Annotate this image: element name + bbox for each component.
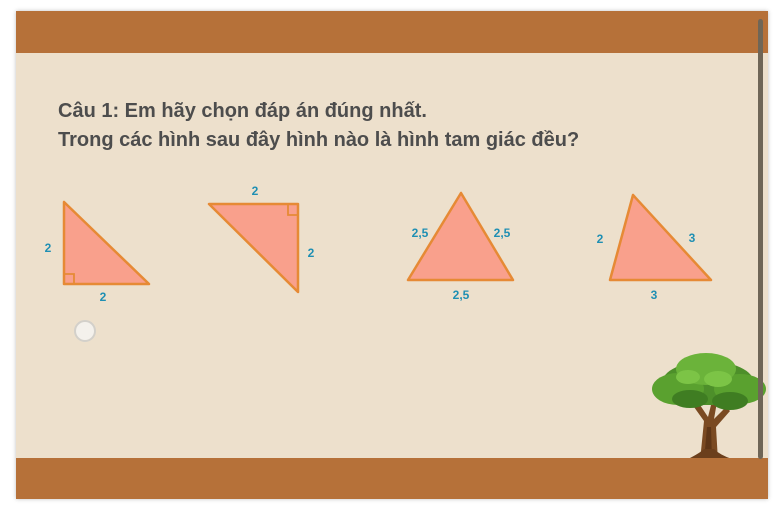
slide: Câu 1: Em hãy chọn đáp án đúng nhất. Tro… [16,11,768,499]
tree-illustration [652,353,766,461]
triangle-3: 2,5 2,5 2,5 [406,191,515,302]
tri3-left-label: 2,5 [412,226,429,240]
scrollbar[interactable] [758,19,763,459]
tri3-bottom-label: 2,5 [453,288,470,302]
tri3-right-label: 2,5 [494,226,511,240]
tri1-left-label: 2 [45,241,52,255]
tri2-top-label: 2 [252,184,259,198]
answer-radio-button[interactable] [74,320,96,342]
triangle-4: 2 3 3 [597,193,713,302]
triangle-2: 2 2 [207,184,315,294]
tri2-right-label: 2 [308,246,315,260]
tri4-left-label: 2 [597,232,604,246]
tri4-right-label: 3 [689,231,696,245]
tri4-bottom-label: 3 [651,288,658,302]
triangle-1: 2 2 [45,200,151,304]
bottom-band [16,458,768,499]
tri1-bottom-label: 2 [100,290,107,304]
